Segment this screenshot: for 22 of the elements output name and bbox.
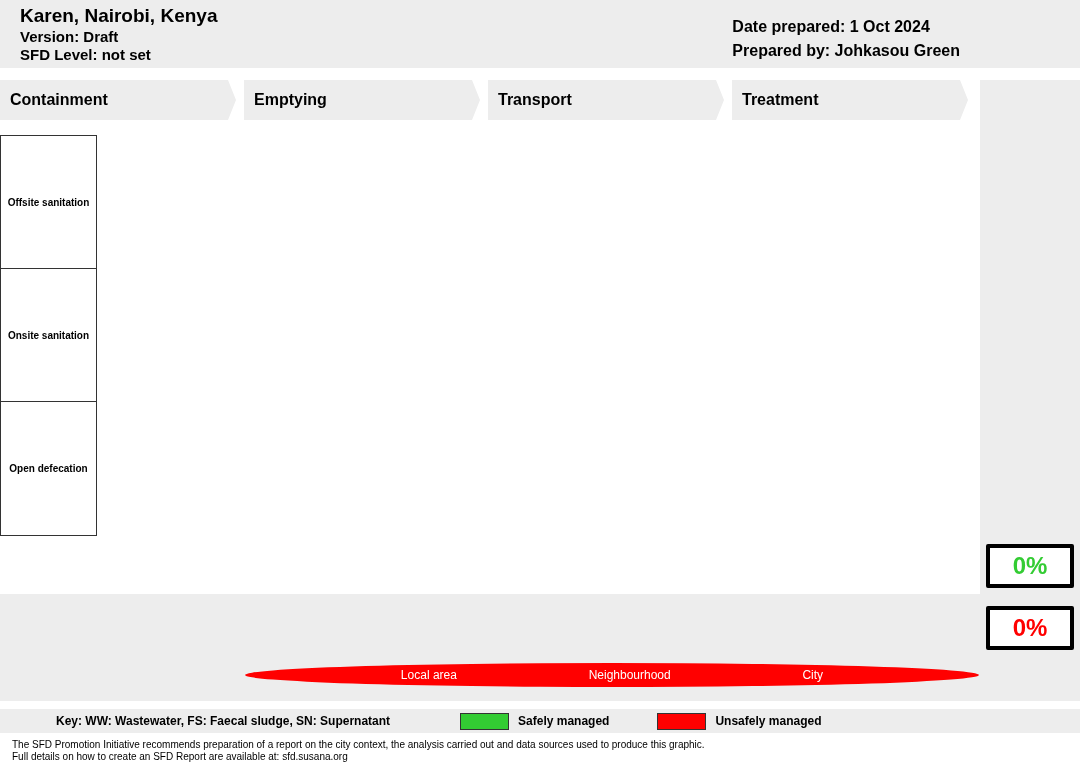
footer-note: Full details on how to create an SFD Report are available at: sfd.susana.org — [12, 751, 349, 763]
area-label: City — [802, 667, 824, 684]
key-text: Key: WW: Wastewater, FS: Faecal sludge, SN: Supernatant — [56, 713, 391, 730]
stage-chevron: Containment — [0, 80, 236, 120]
sanitation-type-label: Open defecation — [8, 462, 89, 476]
sfd-level-label: SFD Level: not set — [20, 46, 152, 64]
stage-chevron: Transport — [488, 80, 724, 120]
sanitation-type-label: Offsite sanitation — [1, 136, 96, 269]
legend-label: Safely managed — [518, 713, 610, 730]
safe-percentage: 0% — [986, 544, 1074, 588]
report-title: Karen, Nairobi, Kenya — [20, 4, 218, 28]
legend-label: Unsafely managed — [715, 713, 822, 730]
stage-chevron: Treatment — [732, 80, 968, 120]
area-label: Neighbourhood — [588, 667, 671, 684]
sanitation-type-label: Onsite sanitation — [1, 269, 96, 402]
area-label: Local area — [400, 667, 457, 684]
version-label: Version: Draft — [20, 28, 120, 46]
footer-note: The SFD Promotion Initiative recommends preparation of a report on the city context, the analysis carried out and data sources used to produce this graphic. — [12, 739, 706, 751]
unsafe-percentage: 0% — [986, 606, 1074, 650]
stage-chevron: Emptying — [244, 80, 480, 120]
prepared-by: Prepared by: Johkasou Green — [732, 41, 960, 61]
date-prepared: Date prepared: 1 Oct 2024 — [732, 17, 931, 37]
